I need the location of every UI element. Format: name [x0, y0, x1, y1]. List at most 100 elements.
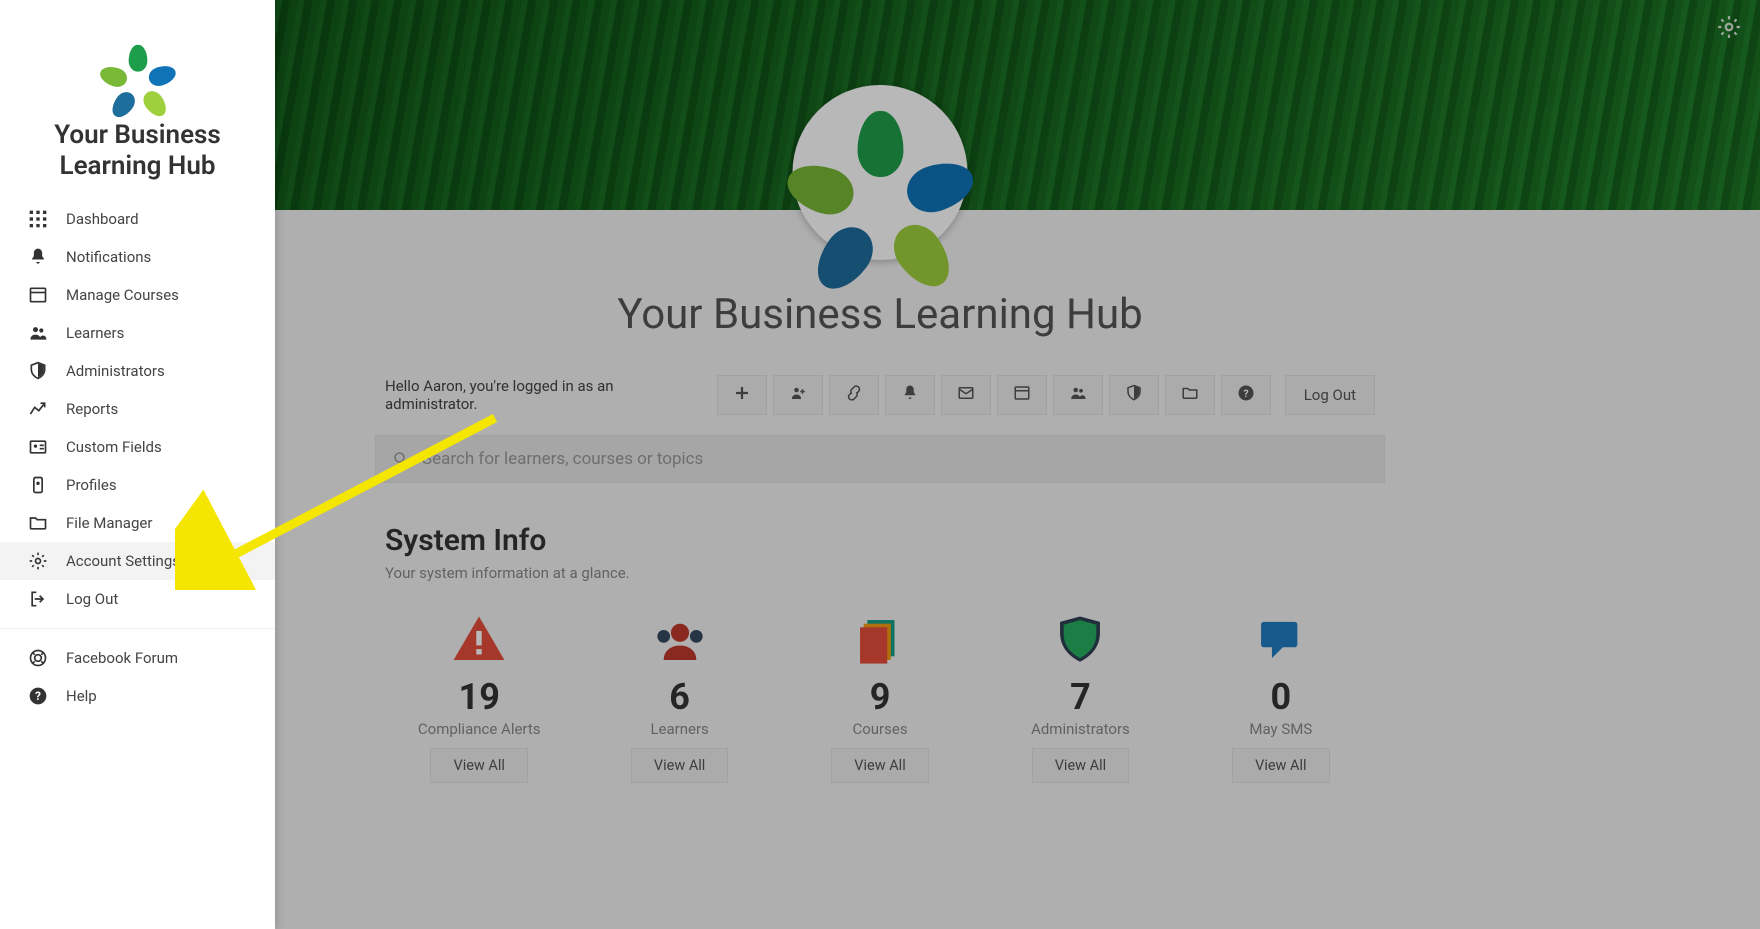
sidebar-item-log-out[interactable]: Log Out [0, 580, 275, 618]
stat-label: Learners [585, 720, 773, 738]
users-icon [28, 323, 48, 343]
shield-icon [1125, 384, 1143, 406]
sidebar-item-label: Log Out [66, 590, 118, 608]
stat-label: Courses [786, 720, 974, 738]
userplus-icon [789, 384, 807, 406]
toolbar-link-button[interactable] [829, 375, 879, 415]
sidebar-item-custom-fields[interactable]: Custom Fields [0, 428, 275, 466]
badge-icon [28, 475, 48, 495]
search-icon [392, 450, 410, 468]
toolbar-mail-button[interactable] [941, 375, 991, 415]
welcome-text: Hello Aaron, you're logged in as an admi… [385, 377, 703, 413]
toolbar-learners-button[interactable] [1053, 375, 1103, 415]
sidebar: Your Business Learning Hub Dashboard Noti… [0, 0, 275, 929]
sidebar-item-label: Account Settings [66, 552, 180, 570]
search-bar[interactable] [375, 435, 1385, 483]
stat-value: 6 [585, 676, 773, 718]
sidebar-item-help[interactable]: Help [0, 677, 275, 715]
stat-learners: 6 Learners View All [585, 608, 773, 783]
shield-icon [28, 361, 48, 381]
gear-icon [28, 551, 48, 571]
plus-icon [733, 384, 751, 406]
learners-icon [585, 608, 773, 672]
view-all-button[interactable]: View All [631, 748, 728, 783]
sidebar-item-label: Notifications [66, 248, 151, 266]
link-icon [845, 384, 863, 406]
gear-icon[interactable] [1716, 14, 1742, 40]
toolbar-add-button[interactable] [717, 375, 767, 415]
question-icon [1237, 384, 1255, 406]
sidebar-item-facebook-forum[interactable]: Facebook Forum [0, 639, 275, 677]
lifering-icon [28, 648, 48, 668]
logout-button[interactable]: Log Out [1285, 375, 1375, 415]
banner-logo [793, 85, 968, 260]
welcome-row: Hello Aaron, you're logged in as an admi… [375, 375, 1385, 415]
alert-icon [385, 608, 573, 672]
sidebar-item-account-settings[interactable]: Account Settings [0, 542, 275, 580]
shield2-icon [986, 608, 1174, 672]
system-info-sub: Your system information at a glance. [385, 564, 1375, 582]
action-toolbar [717, 375, 1271, 415]
sidebar-item-label: Manage Courses [66, 286, 179, 304]
stat-compliance-alerts: 19 Compliance Alerts View All [385, 608, 573, 783]
brand-logo [0, 10, 275, 120]
chart-icon [28, 399, 48, 419]
stat-may-sms: 0 May SMS View All [1187, 608, 1375, 783]
toolbar-calendar-button[interactable] [997, 375, 1047, 415]
stat-administrators: 7 Administrators View All [986, 608, 1174, 783]
sidebar-item-label: Administrators [66, 362, 165, 380]
search-input[interactable] [422, 449, 1368, 469]
chat-icon [1187, 608, 1375, 672]
sidebar-menu: Dashboard Notifications Manage Courses Lear… [0, 200, 275, 618]
stat-label: May SMS [1187, 720, 1375, 738]
bell-icon [28, 247, 48, 267]
sidebar-item-reports[interactable]: Reports [0, 390, 275, 428]
system-info-stats: 19 Compliance Alerts View All 6 Learners… [385, 608, 1375, 783]
folder-icon [28, 513, 48, 533]
idcard-icon [28, 437, 48, 457]
brand-title: Your Business Learning Hub [0, 120, 275, 200]
stat-value: 7 [986, 676, 1174, 718]
users-icon [1069, 384, 1087, 406]
toolbar-add-user-button[interactable] [773, 375, 823, 415]
sidebar-item-label: Dashboard [66, 210, 139, 228]
stat-courses: 9 Courses View All [786, 608, 974, 783]
sidebar-item-label: Reports [66, 400, 118, 418]
sidebar-item-manage-courses[interactable]: Manage Courses [0, 276, 275, 314]
sidebar-item-label: Learners [66, 324, 124, 342]
view-all-button[interactable]: View All [430, 748, 527, 783]
folder-icon [1181, 384, 1199, 406]
courses-icon [786, 608, 974, 672]
grid-icon [28, 209, 48, 229]
toolbar-help-button[interactable] [1221, 375, 1271, 415]
stat-value: 9 [786, 676, 974, 718]
view-all-button[interactable]: View All [1232, 748, 1329, 783]
toolbar-admins-button[interactable] [1109, 375, 1159, 415]
exit-icon [28, 589, 48, 609]
view-all-button[interactable]: View All [1032, 748, 1129, 783]
sidebar-item-file-manager[interactable]: File Manager [0, 504, 275, 542]
sidebar-item-label: Profiles [66, 476, 117, 494]
sidebar-item-label: Custom Fields [66, 438, 162, 456]
sidebar-item-label: Help [66, 687, 97, 705]
window-icon [28, 285, 48, 305]
sidebar-item-notifications[interactable]: Notifications [0, 238, 275, 276]
envelope-icon [957, 384, 975, 406]
system-info-section: System Info Your system information at a… [375, 523, 1385, 783]
stat-label: Compliance Alerts [385, 720, 573, 738]
system-info-heading: System Info [385, 523, 1375, 558]
sidebar-item-learners[interactable]: Learners [0, 314, 275, 352]
stat-value: 19 [385, 676, 573, 718]
sidebar-item-dashboard[interactable]: Dashboard [0, 200, 275, 238]
toolbar-files-button[interactable] [1165, 375, 1215, 415]
sidebar-item-profiles[interactable]: Profiles [0, 466, 275, 504]
sidebar-item-label: File Manager [66, 514, 152, 532]
sidebar-item-label: Facebook Forum [66, 649, 178, 667]
question-icon [28, 686, 48, 706]
view-all-button[interactable]: View All [831, 748, 928, 783]
stat-value: 0 [1187, 676, 1375, 718]
sidebar-item-administrators[interactable]: Administrators [0, 352, 275, 390]
toolbar-alerts-button[interactable] [885, 375, 935, 415]
sidebar-menu-footer: Facebook Forum Help [0, 639, 275, 715]
bell-icon [901, 384, 919, 406]
